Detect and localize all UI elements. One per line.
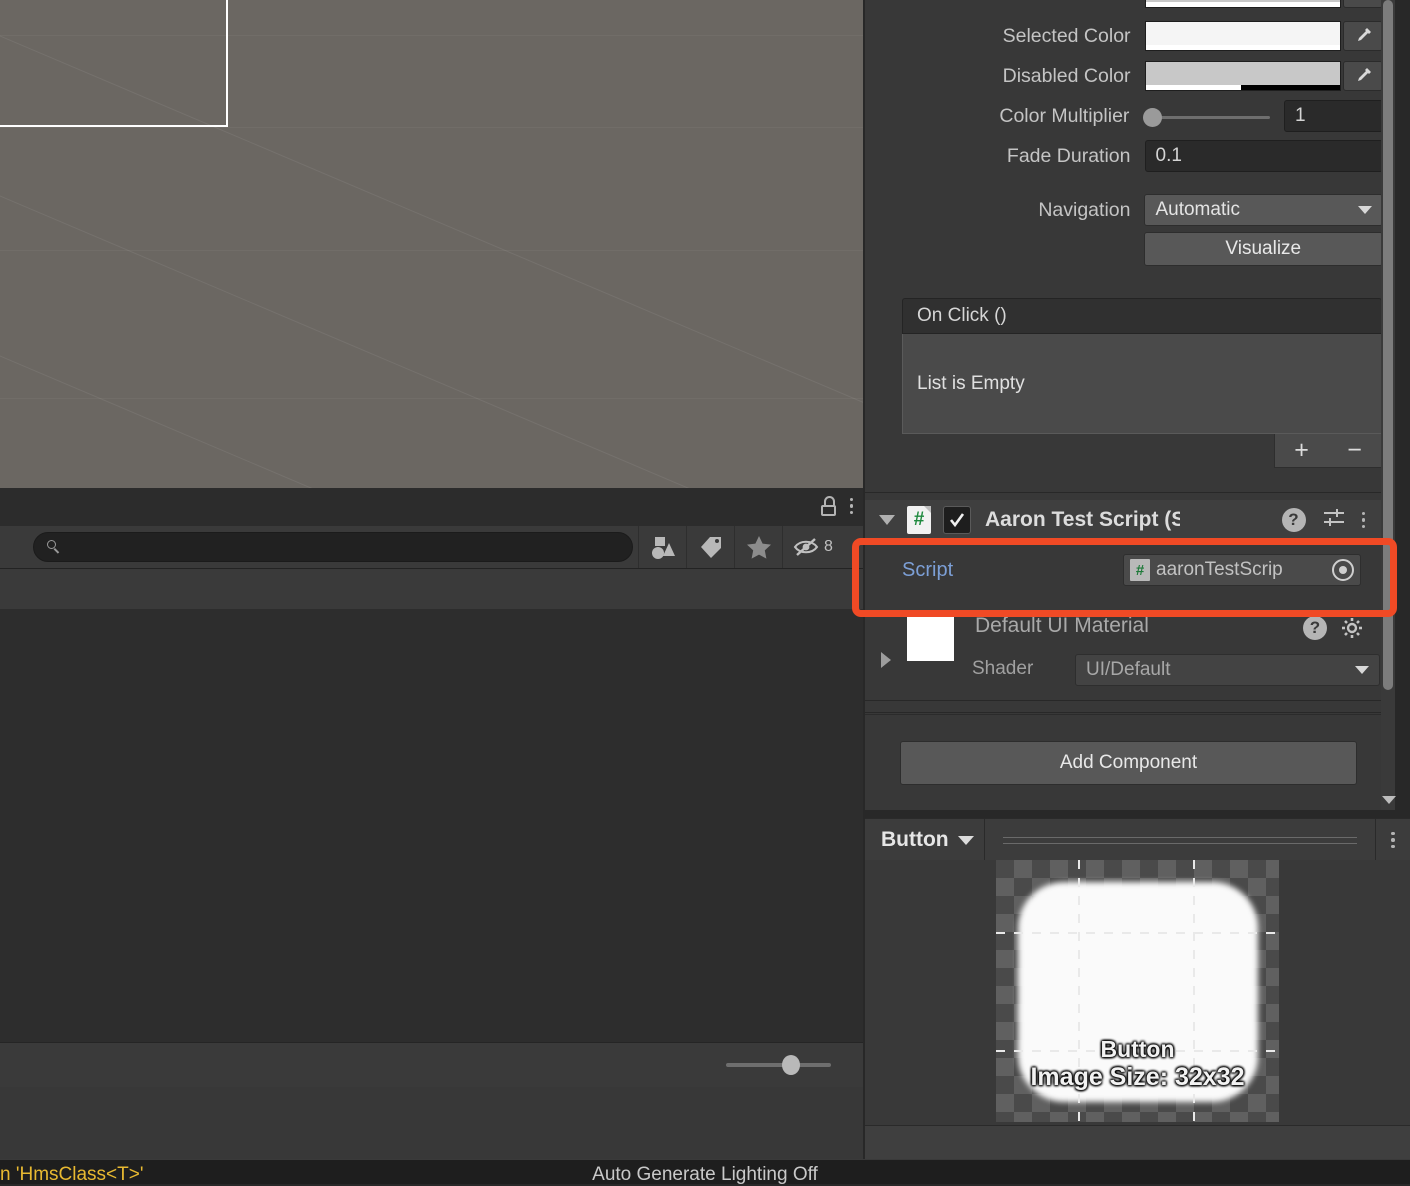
preview-header: Button <box>865 818 1410 862</box>
scene-view[interactable] <box>0 0 863 488</box>
gear-icon[interactable] <box>1341 617 1363 639</box>
csharp-script-icon: # <box>907 506 931 534</box>
material-name: Default UI Material <box>975 614 1149 637</box>
color-multiplier-field[interactable]: 1 <box>1283 100 1383 132</box>
project-breadcrumb-row <box>0 569 863 609</box>
fade-duration-row[interactable]: Fade Duration 0.1 <box>865 136 1383 176</box>
navigation-label: Navigation <box>1038 198 1131 221</box>
navigation-dropdown[interactable]: Automatic <box>1144 194 1383 226</box>
search-input[interactable] <box>33 532 633 562</box>
favorites-filter-icon[interactable] <box>734 526 782 568</box>
preview-canvas: Button Image Size: 32x32 <box>865 860 1410 1122</box>
lock-icon[interactable] <box>820 496 836 516</box>
preview-bottom-bar <box>865 1125 1410 1160</box>
type-filter-icon[interactable] <box>638 526 686 568</box>
help-icon[interactable]: ? <box>1281 508 1306 532</box>
inspector-scrollbar-thumb[interactable] <box>1383 0 1393 690</box>
panel-menu-icon[interactable] <box>849 497 853 515</box>
preview-panel: Button Button Image Size: 32x32 <box>865 818 1410 1160</box>
on-click-empty-text: List is Empty <box>902 334 1382 434</box>
project-toolbar: 8 <box>0 526 863 569</box>
hidden-count-label: 8 <box>824 538 833 555</box>
visualize-button[interactable]: Visualize <box>1143 232 1383 266</box>
color-multiplier-slider[interactable] <box>1143 107 1270 127</box>
script-object-field[interactable]: # aaronTestScrip <box>1123 554 1361 586</box>
pressed-color-swatch[interactable] <box>1144 0 1341 8</box>
default-ui-material-block: Default UI Material ? Shader UI/Default <box>865 600 1383 696</box>
material-help-icon[interactable]: ? <box>1303 616 1327 640</box>
fade-duration-field[interactable]: 0.1 <box>1144 140 1383 172</box>
collapse-triangle-icon[interactable] <box>879 515 895 525</box>
on-click-header: On Click () <box>902 298 1382 334</box>
preview-object-label: Button <box>881 828 949 851</box>
fade-duration-label: Fade Duration <box>1006 144 1131 167</box>
pressed-color-label: Pressed Color <box>903 0 1145 5</box>
project-panel: 8 <box>0 488 863 1160</box>
csharp-mini-icon: # <box>1130 559 1150 581</box>
inspector-panel: Pressed Color Selected Color <box>865 0 1396 810</box>
pressed-color-row[interactable]: Pressed Color <box>865 0 1383 8</box>
material-thumbnail <box>907 614 954 661</box>
selected-color-label: Selected Color <box>1002 24 1131 47</box>
color-multiplier-knob[interactable] <box>1143 107 1163 127</box>
scene-selection-rect <box>0 0 228 127</box>
preview-menu-icon[interactable] <box>1375 819 1410 861</box>
shader-chevron-down-icon <box>1355 666 1369 674</box>
selected-color-eyedropper-icon[interactable] <box>1343 21 1383 51</box>
preview-caption: Button Image Size: 32x32 <box>996 1036 1279 1092</box>
inspector-scroll-content: Pressed Color Selected Color <box>865 0 1383 810</box>
disabled-color-label: Disabled Color <box>1002 64 1131 87</box>
pressed-color-eyedropper-icon[interactable] <box>1343 0 1383 8</box>
navigation-value: Automatic <box>1155 199 1240 220</box>
project-zoom-slider[interactable] <box>726 1055 831 1075</box>
hidden-objects-icon[interactable]: 8 <box>782 526 843 568</box>
component-enabled-checkbox[interactable] <box>943 506 971 534</box>
on-click-event-list: On Click () List is Empty + − <box>902 298 1382 468</box>
disabled-color-eyedropper-icon[interactable] <box>1343 61 1383 91</box>
color-multiplier-row[interactable]: Color Multiplier 1 <box>865 96 1383 136</box>
auto-generate-lighting-status: Auto Generate Lighting Off <box>592 1164 818 1185</box>
disabled-color-swatch[interactable] <box>1144 61 1341 91</box>
unity-editor-window: 8 Pressed Color <box>0 0 1410 1185</box>
color-multiplier-label: Color Multiplier <box>999 104 1130 127</box>
component-menu-icon[interactable] <box>1361 511 1365 529</box>
add-component-button[interactable]: Add Component <box>900 741 1357 785</box>
preview-caption-line2: Image Size: 32x32 <box>1030 1063 1245 1091</box>
selected-color-row[interactable]: Selected Color <box>865 16 1383 56</box>
shader-dropdown[interactable]: UI/Default <box>1075 654 1380 686</box>
remove-listener-button[interactable]: − <box>1347 438 1362 463</box>
project-panel-titlebar <box>0 488 863 527</box>
disabled-color-row[interactable]: Disabled Color <box>865 56 1383 96</box>
component-title: Aaron Test Script (Scrip <box>985 508 1180 531</box>
visualize-row[interactable]: Visualize <box>865 230 1383 268</box>
preview-caption-line1: Button <box>1100 1036 1175 1062</box>
navigation-row[interactable]: Navigation Automatic <box>865 190 1383 230</box>
add-component-zone: Add Component <box>865 714 1383 810</box>
shader-label: Shader <box>972 658 1034 679</box>
inspector-scrollbar[interactable] <box>1381 0 1396 810</box>
add-listener-button[interactable]: + <box>1294 438 1309 463</box>
object-picker-icon[interactable] <box>1332 559 1354 581</box>
script-field-row[interactable]: Script # aaronTestScrip <box>865 546 1383 594</box>
material-expand-triangle-icon[interactable] <box>881 652 891 668</box>
label-filter-icon[interactable] <box>686 526 734 568</box>
preview-object-dropdown[interactable]: Button <box>865 819 985 861</box>
script-object-value: aaronTestScrip <box>1156 559 1283 580</box>
preset-icon[interactable] <box>1322 507 1346 534</box>
preview-chevron-down-icon <box>957 835 974 845</box>
project-footer <box>0 1042 863 1087</box>
script-field-label: Script <box>902 558 954 581</box>
sprite-preview: Button Image Size: 32x32 <box>996 860 1279 1122</box>
preview-drag-handle[interactable] <box>985 819 1375 861</box>
project-zoom-knob[interactable] <box>782 1055 800 1075</box>
chevron-down-icon <box>1358 206 1372 214</box>
aaron-test-script-component-header[interactable]: # Aaron Test Script (Scrip ? <box>865 500 1383 540</box>
project-content-area[interactable] <box>0 568 863 1087</box>
shader-value: UI/Default <box>1086 659 1171 680</box>
selected-color-swatch[interactable] <box>1144 21 1341 51</box>
status-bar[interactable]: n 'HmsClass<T>' Auto Generate Lighting O… <box>0 1159 1410 1185</box>
scroll-down-arrow-icon[interactable] <box>1382 796 1396 804</box>
